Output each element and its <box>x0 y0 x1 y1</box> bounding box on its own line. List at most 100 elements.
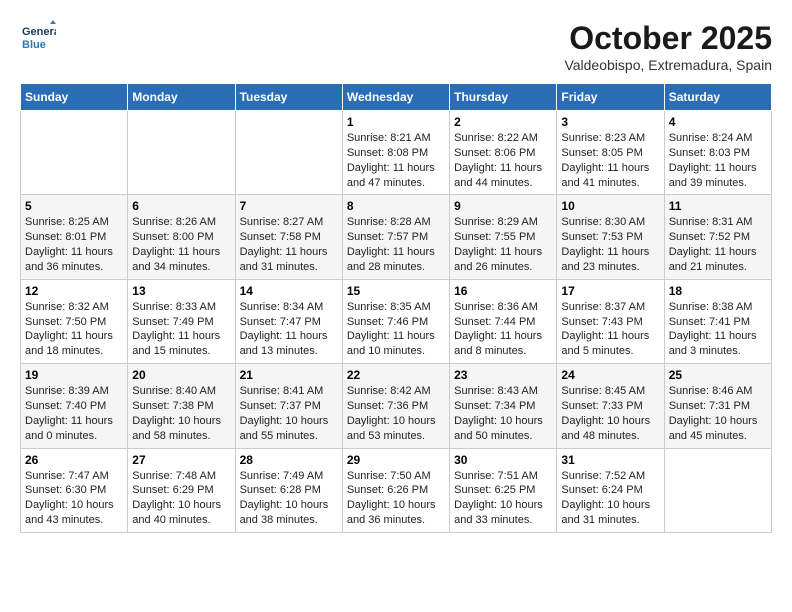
weekday-header-friday: Friday <box>557 84 664 111</box>
week-row-1: 1 Sunrise: 8:21 AM Sunset: 8:08 PM Daylig… <box>21 111 772 195</box>
day-number: 28 <box>240 453 338 467</box>
empty-cell <box>128 111 235 195</box>
cell-content: Sunrise: 8:40 AM Sunset: 7:38 PM Dayligh… <box>132 384 230 443</box>
day-number: 12 <box>25 284 123 298</box>
day-cell-28: 28 Sunrise: 7:49 AM Sunset: 6:28 PM Dayli… <box>235 448 342 532</box>
cell-content: Sunrise: 8:39 AM Sunset: 7:40 PM Dayligh… <box>25 384 123 443</box>
day-cell-26: 26 Sunrise: 7:47 AM Sunset: 6:30 PM Dayli… <box>21 448 128 532</box>
day-number: 17 <box>561 284 659 298</box>
logo-svg: General Blue <box>20 20 56 56</box>
day-cell-27: 27Sunrise: 7:48 AM Sunset: 6:29 PM Dayli… <box>128 448 235 532</box>
title-block: October 2025 Valdeobispo, Extremadura, S… <box>564 20 772 73</box>
day-cell-13: 13 Sunrise: 8:33 AM Sunset: 7:49 PM Dayli… <box>128 279 235 363</box>
day-number: 21 <box>240 368 338 382</box>
day-cell-21: 21 Sunrise: 8:41 AM Sunset: 7:37 PM Dayli… <box>235 364 342 448</box>
day-cell-11: 11Sunrise: 8:31 AM Sunset: 7:52 PM Dayli… <box>664 195 771 279</box>
day-number: 19 <box>25 368 123 382</box>
weekday-header-saturday: Saturday <box>664 84 771 111</box>
day-cell-19: 19 Sunrise: 8:39 AM Sunset: 7:40 PM Dayli… <box>21 364 128 448</box>
week-row-5: 26 Sunrise: 7:47 AM Sunset: 6:30 PM Dayli… <box>21 448 772 532</box>
day-number: 23 <box>454 368 552 382</box>
day-number: 20 <box>132 368 230 382</box>
cell-content: Sunrise: 7:50 AM Sunset: 6:26 PM Dayligh… <box>347 469 445 528</box>
cell-content: Sunrise: 7:47 AM Sunset: 6:30 PM Dayligh… <box>25 469 123 528</box>
day-cell-31: 31 Sunrise: 7:52 AM Sunset: 6:24 PM Dayli… <box>557 448 664 532</box>
day-cell-10: 10 Sunrise: 8:30 AM Sunset: 7:53 PM Dayli… <box>557 195 664 279</box>
day-cell-14: 14 Sunrise: 8:34 AM Sunset: 7:47 PM Dayli… <box>235 279 342 363</box>
day-number: 6 <box>132 199 230 213</box>
cell-content: Sunrise: 8:29 AM Sunset: 7:55 PM Dayligh… <box>454 215 552 274</box>
cell-content: Sunrise: 8:25 AM Sunset: 8:01 PM Dayligh… <box>25 215 123 274</box>
empty-cell <box>21 111 128 195</box>
cell-content: Sunrise: 8:33 AM Sunset: 7:49 PM Dayligh… <box>132 300 230 359</box>
day-number: 14 <box>240 284 338 298</box>
weekday-header-monday: Monday <box>128 84 235 111</box>
day-cell-15: 15 Sunrise: 8:35 AM Sunset: 7:46 PM Dayli… <box>342 279 449 363</box>
cell-content: Sunrise: 8:30 AM Sunset: 7:53 PM Dayligh… <box>561 215 659 274</box>
svg-text:General: General <box>22 26 56 38</box>
cell-content: Sunrise: 8:45 AM Sunset: 7:33 PM Dayligh… <box>561 384 659 443</box>
day-cell-5: 5Sunrise: 8:25 AM Sunset: 8:01 PM Daylig… <box>21 195 128 279</box>
empty-cell <box>235 111 342 195</box>
week-row-2: 5Sunrise: 8:25 AM Sunset: 8:01 PM Daylig… <box>21 195 772 279</box>
cell-content: Sunrise: 8:46 AM Sunset: 7:31 PM Dayligh… <box>669 384 767 443</box>
weekday-header-wednesday: Wednesday <box>342 84 449 111</box>
cell-content: Sunrise: 8:42 AM Sunset: 7:36 PM Dayligh… <box>347 384 445 443</box>
day-number: 26 <box>25 453 123 467</box>
day-number: 1 <box>347 115 445 129</box>
day-number: 3 <box>561 115 659 129</box>
day-number: 30 <box>454 453 552 467</box>
day-number: 31 <box>561 453 659 467</box>
day-number: 8 <box>347 199 445 213</box>
day-number: 9 <box>454 199 552 213</box>
logo: General Blue <box>20 20 56 56</box>
cell-content: Sunrise: 8:22 AM Sunset: 8:06 PM Dayligh… <box>454 131 552 190</box>
cell-content: Sunrise: 8:21 AM Sunset: 8:08 PM Dayligh… <box>347 131 445 190</box>
day-number: 2 <box>454 115 552 129</box>
day-number: 18 <box>669 284 767 298</box>
cell-content: Sunrise: 8:31 AM Sunset: 7:52 PM Dayligh… <box>669 215 767 274</box>
page-header: General Blue October 2025 Valdeobispo, E… <box>20 20 772 73</box>
day-cell-2: 2 Sunrise: 8:22 AM Sunset: 8:06 PM Daylig… <box>450 111 557 195</box>
day-cell-18: 18Sunrise: 8:38 AM Sunset: 7:41 PM Dayli… <box>664 279 771 363</box>
day-number: 10 <box>561 199 659 213</box>
day-cell-1: 1 Sunrise: 8:21 AM Sunset: 8:08 PM Daylig… <box>342 111 449 195</box>
day-cell-30: 30 Sunrise: 7:51 AM Sunset: 6:25 PM Dayli… <box>450 448 557 532</box>
calendar-table: SundayMondayTuesdayWednesdayThursdayFrid… <box>20 83 772 533</box>
cell-content: Sunrise: 7:52 AM Sunset: 6:24 PM Dayligh… <box>561 469 659 528</box>
weekday-header-row: SundayMondayTuesdayWednesdayThursdayFrid… <box>21 84 772 111</box>
cell-content: Sunrise: 8:34 AM Sunset: 7:47 PM Dayligh… <box>240 300 338 359</box>
cell-content: Sunrise: 8:32 AM Sunset: 7:50 PM Dayligh… <box>25 300 123 359</box>
day-cell-24: 24Sunrise: 8:45 AM Sunset: 7:33 PM Dayli… <box>557 364 664 448</box>
month-title: October 2025 <box>564 20 772 57</box>
cell-content: Sunrise: 8:24 AM Sunset: 8:03 PM Dayligh… <box>669 131 767 190</box>
day-cell-17: 17 Sunrise: 8:37 AM Sunset: 7:43 PM Dayli… <box>557 279 664 363</box>
empty-cell <box>664 448 771 532</box>
day-number: 4 <box>669 115 767 129</box>
cell-content: Sunrise: 8:26 AM Sunset: 8:00 PM Dayligh… <box>132 215 230 274</box>
cell-content: Sunrise: 8:43 AM Sunset: 7:34 PM Dayligh… <box>454 384 552 443</box>
cell-content: Sunrise: 8:41 AM Sunset: 7:37 PM Dayligh… <box>240 384 338 443</box>
cell-content: Sunrise: 8:28 AM Sunset: 7:57 PM Dayligh… <box>347 215 445 274</box>
day-number: 25 <box>669 368 767 382</box>
day-number: 22 <box>347 368 445 382</box>
day-cell-6: 6 Sunrise: 8:26 AM Sunset: 8:00 PM Daylig… <box>128 195 235 279</box>
weekday-header-sunday: Sunday <box>21 84 128 111</box>
day-cell-29: 29 Sunrise: 7:50 AM Sunset: 6:26 PM Dayli… <box>342 448 449 532</box>
day-cell-8: 8 Sunrise: 8:28 AM Sunset: 7:57 PM Daylig… <box>342 195 449 279</box>
day-number: 15 <box>347 284 445 298</box>
cell-content: Sunrise: 8:27 AM Sunset: 7:58 PM Dayligh… <box>240 215 338 274</box>
weekday-header-tuesday: Tuesday <box>235 84 342 111</box>
day-number: 29 <box>347 453 445 467</box>
cell-content: Sunrise: 7:49 AM Sunset: 6:28 PM Dayligh… <box>240 469 338 528</box>
cell-content: Sunrise: 8:23 AM Sunset: 8:05 PM Dayligh… <box>561 131 659 190</box>
cell-content: Sunrise: 8:37 AM Sunset: 7:43 PM Dayligh… <box>561 300 659 359</box>
cell-content: Sunrise: 8:35 AM Sunset: 7:46 PM Dayligh… <box>347 300 445 359</box>
day-cell-9: 9 Sunrise: 8:29 AM Sunset: 7:55 PM Daylig… <box>450 195 557 279</box>
location: Valdeobispo, Extremadura, Spain <box>564 57 772 73</box>
day-number: 13 <box>132 284 230 298</box>
cell-content: Sunrise: 7:51 AM Sunset: 6:25 PM Dayligh… <box>454 469 552 528</box>
day-cell-23: 23 Sunrise: 8:43 AM Sunset: 7:34 PM Dayli… <box>450 364 557 448</box>
weekday-header-thursday: Thursday <box>450 84 557 111</box>
day-number: 27 <box>132 453 230 467</box>
